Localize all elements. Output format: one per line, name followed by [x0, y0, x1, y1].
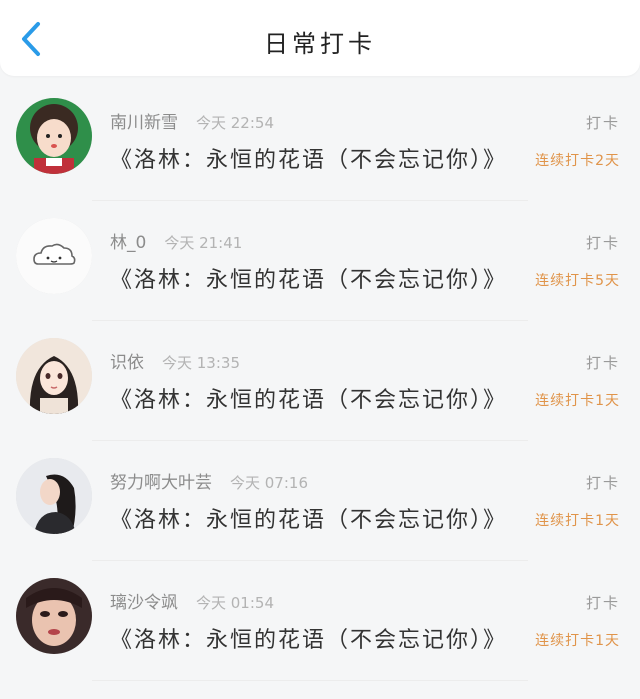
avatar-child-icon[interactable] — [16, 98, 92, 174]
streak-badge: 连续打卡1天 — [535, 393, 620, 409]
page-title: 日常打卡 — [264, 30, 376, 58]
book-title[interactable]: 《洛林：永恒的花语（不会忘记你）》 — [110, 502, 507, 534]
streak-badge: 连续打卡1天 — [535, 513, 620, 529]
username: 南川新雪 今天 22:54 — [110, 108, 274, 133]
avatar-cloud-icon[interactable] — [16, 218, 92, 294]
list-item[interactable]: 林_0 今天 21:41 打卡 《洛林：永恒的花语（不会忘记你）》 连续打卡5天 — [0, 210, 640, 330]
book-title[interactable]: 《洛林：永恒的花语（不会忘记你）》 — [110, 382, 507, 414]
username-text: 识依 — [110, 353, 144, 373]
streak-badge: 连续打卡5天 — [535, 273, 620, 289]
checkin-label: 打卡 — [585, 474, 620, 492]
divider — [92, 680, 528, 681]
username-text: 林_0 — [110, 233, 147, 253]
divider — [92, 320, 528, 321]
checkin-time: 今天 13:35 — [162, 354, 240, 372]
list-item[interactable]: 努力啊大叶芸 今天 07:16 打卡 《洛林：永恒的花语（不会忘记你）》 连续打卡… — [0, 450, 640, 570]
checkin-list: 南川新雪 今天 22:54 打卡 《洛林：永恒的花语（不会忘记你）》 连续打卡2天… — [0, 90, 640, 690]
list-item[interactable]: 璃沙令飒 今天 01:54 打卡 《洛林：永恒的花语（不会忘记你）》 连续打卡1天 — [0, 570, 640, 690]
username-text: 璃沙令飒 — [110, 593, 178, 613]
divider — [92, 200, 528, 201]
list-item[interactable]: 南川新雪 今天 22:54 打卡 《洛林：永恒的花语（不会忘记你）》 连续打卡2天 — [0, 90, 640, 210]
streak-badge: 连续打卡2天 — [535, 153, 620, 169]
checkin-label: 打卡 — [585, 354, 620, 372]
username: 璃沙令飒 今天 01:54 — [110, 588, 274, 613]
checkin-label: 打卡 — [585, 114, 620, 132]
divider — [92, 560, 528, 561]
username: 努力啊大叶芸 今天 07:16 — [110, 468, 308, 493]
checkin-time: 今天 07:16 — [230, 474, 308, 492]
avatar-anime-girl-icon[interactable] — [16, 338, 92, 414]
username: 林_0 今天 21:41 — [110, 228, 242, 253]
top-bar: 日常打卡 — [0, 0, 640, 76]
streak-badge: 连续打卡1天 — [535, 633, 620, 649]
checkin-time: 今天 21:41 — [164, 234, 243, 252]
divider — [92, 440, 528, 441]
username-text: 南川新雪 — [110, 113, 178, 133]
list-item[interactable]: 识依 今天 13:35 打卡 《洛林：永恒的花语（不会忘记你）》 连续打卡1天 — [0, 330, 640, 450]
book-title[interactable]: 《洛林：永恒的花语（不会忘记你）》 — [110, 262, 507, 294]
book-title[interactable]: 《洛林：永恒的花语（不会忘记你）》 — [110, 622, 507, 654]
book-title[interactable]: 《洛林：永恒的花语（不会忘记你）》 — [110, 142, 507, 174]
username-text: 努力啊大叶芸 — [110, 473, 212, 493]
avatar-woman-portrait-icon[interactable] — [16, 458, 92, 534]
checkin-time: 今天 22:54 — [196, 114, 274, 132]
checkin-page: 日常打卡 南川新雪 今天 22:54 打卡 《洛林：永恒的花语（不会忘记你）》 … — [0, 0, 640, 699]
username: 识依 今天 13:35 — [110, 348, 240, 373]
checkin-time: 今天 01:54 — [196, 594, 274, 612]
checkin-label: 打卡 — [585, 594, 620, 612]
checkin-label: 打卡 — [585, 234, 620, 252]
avatar-woman-closeup-icon[interactable] — [16, 578, 92, 654]
